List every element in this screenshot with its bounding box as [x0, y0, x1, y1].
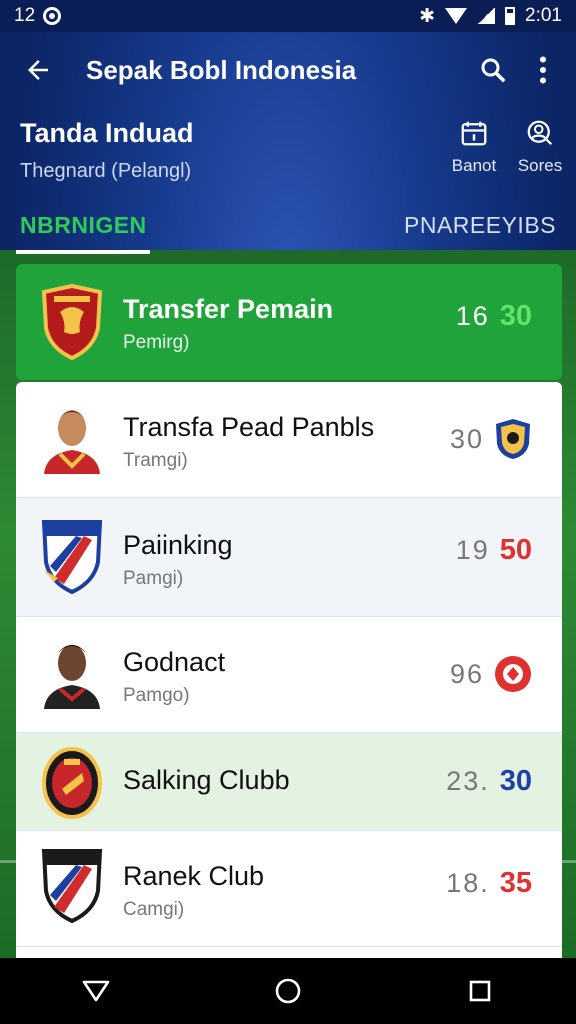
row-score-num: 18. [446, 868, 490, 898]
row-score: 18. 35 [446, 867, 532, 900]
team-subtitle: Thegnard (Pelangl) [20, 160, 192, 182]
row-title: Salking Clubb [123, 765, 290, 795]
club-crest-icon [41, 284, 103, 360]
row-score: 23. 30 [446, 765, 532, 798]
system-nav-bar [0, 958, 576, 1024]
status-time: 2:01 [525, 5, 562, 26]
row-score: 96 [450, 653, 532, 695]
row-title: Ranek Club [123, 861, 265, 891]
tab-inactive[interactable]: PNAREEYIBS [404, 212, 556, 239]
team-title: Tanda Induad [20, 118, 194, 148]
row-subtitle: Camgi) [123, 899, 185, 920]
recents-square-icon[interactable] [450, 963, 510, 1019]
row-score-big: 50 [499, 534, 532, 566]
notification-icon [43, 7, 62, 25]
wifi-icon [445, 8, 468, 24]
calendar-icon [461, 121, 487, 146]
red-circle-badge-icon [495, 656, 531, 692]
featured-subtitle: Pemirg) [123, 332, 190, 353]
search-icon[interactable] [468, 42, 518, 98]
club-stripes-crest-icon [41, 520, 103, 594]
row-score-big: 35 [499, 867, 532, 899]
featured-score-big: 30 [499, 300, 532, 332]
back-arrow-icon[interactable] [10, 42, 66, 98]
scores-action[interactable]: Sores [508, 118, 572, 176]
club-stripes-crest-icon [41, 849, 103, 923]
row-title: Paiinking [123, 530, 233, 560]
team-header: Tanda Induad Thegnard (Pelangl) Banot So… [0, 108, 576, 198]
player-avatar [44, 410, 100, 474]
list-item[interactable]: Paiinking Pamgi) 19 50 [16, 498, 562, 617]
row-subtitle: Tramgi) [123, 450, 188, 471]
row-score: 19 50 [456, 534, 532, 567]
row-subtitle: Pamgi) [123, 568, 184, 589]
list-item[interactable]: Salking Clubb 23. 30 [16, 733, 562, 831]
tab-active[interactable]: NBRNIGEN [20, 212, 147, 239]
home-circle-icon[interactable] [258, 963, 318, 1019]
list-card: Transfa Pead Panbls Tramgi) 30 Paiinking [16, 382, 562, 982]
tab-indicator [16, 250, 150, 254]
app-title: Sepak Bobl Indonesia [86, 54, 357, 85]
status-time-left: 12 [14, 5, 36, 26]
bluetooth-icon: ✱ [419, 5, 436, 27]
row-score-num: 19 [455, 535, 490, 565]
featured-score: 16 30 [456, 300, 532, 333]
club-round-crest-icon [42, 747, 102, 819]
calendar-action[interactable]: Banot [442, 118, 506, 176]
list-item[interactable]: Godnact Pamgo) 96 [16, 617, 562, 733]
featured-row[interactable]: Transfer Pemain Pemirg) 16 30 [16, 264, 562, 380]
row-score-num: 23. [446, 766, 490, 796]
row-score: 30 [450, 418, 532, 460]
row-score-big: 30 [499, 765, 532, 797]
more-vert-icon[interactable] [518, 42, 568, 98]
featured-score-num: 16 [455, 301, 490, 331]
signal-icon [477, 8, 496, 24]
row-score-num: 30 [449, 423, 484, 454]
row-subtitle: Pamgo) [123, 685, 190, 706]
row-title: Godnact [123, 647, 226, 677]
status-bar: 12 ✱ 2:01 [0, 0, 576, 32]
tab-bar: NBRNIGEN PNAREEYIBS [0, 200, 576, 256]
player-avatar [44, 645, 100, 709]
row-score-num: 96 [449, 658, 484, 689]
club-badge-icon [496, 419, 530, 459]
list-item[interactable]: Ranek Club Camgi) 18. 35 [16, 831, 562, 947]
battery-icon [505, 7, 516, 25]
scores-action-label: Sores [517, 156, 563, 175]
back-triangle-icon[interactable] [66, 963, 126, 1019]
app-bar: Sepak Bobl Indonesia [0, 32, 576, 108]
featured-title: Transfer Pemain [123, 294, 334, 324]
person-search-icon [527, 120, 553, 146]
list-item[interactable]: Transfa Pead Panbls Tramgi) 30 [16, 382, 562, 498]
calendar-action-label: Banot [451, 156, 497, 175]
row-title: Transfa Pead Panbls [123, 412, 375, 442]
